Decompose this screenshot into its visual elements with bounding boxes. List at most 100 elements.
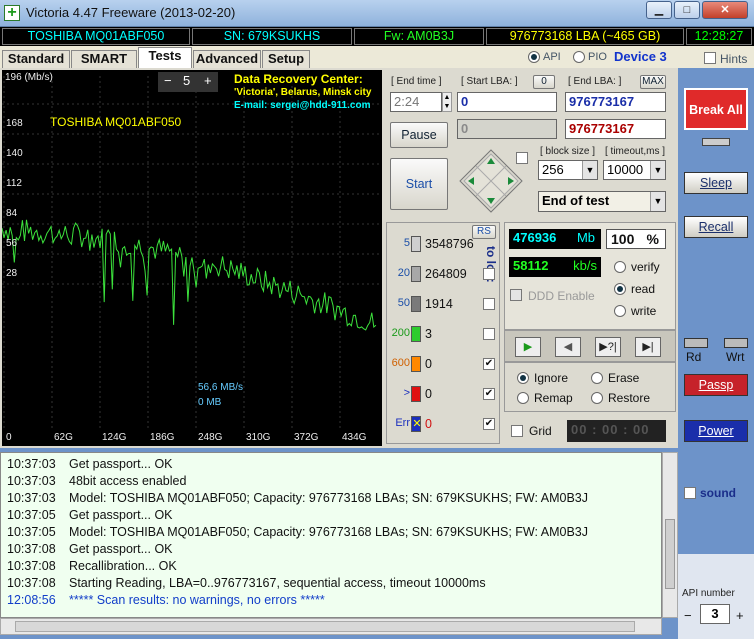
log-time: 10:37:03 xyxy=(7,457,56,471)
sleep-button[interactable]: Sleep xyxy=(684,172,748,194)
tab-setup[interactable]: Setup xyxy=(262,50,310,68)
start-button[interactable]: Start xyxy=(390,158,448,210)
tab-smart[interactable]: SMART xyxy=(71,50,137,68)
log-horizontal-scrollbar[interactable] xyxy=(0,618,662,635)
verify-radio[interactable] xyxy=(614,261,626,273)
block-count: 0 xyxy=(425,387,432,401)
sound-checkbox[interactable] xyxy=(684,487,696,499)
graph-model-label: TOSHIBA MQ01ABF050 xyxy=(50,115,182,129)
block-color-swatch xyxy=(411,236,421,252)
direction-pad[interactable] xyxy=(458,148,524,214)
minimize-button[interactable]: ▁ xyxy=(646,1,672,19)
x-tick-label: 248G xyxy=(198,432,223,443)
mb-value: 476936 xyxy=(513,230,557,245)
mb-counter: 476936 Mb xyxy=(509,229,601,249)
block-color-swatch: ✕ xyxy=(411,416,422,432)
window-title: Victoria 4.47 Freeware (2013-02-20) xyxy=(26,5,236,20)
tab-tests[interactable]: Tests xyxy=(138,47,192,69)
end-time-field[interactable]: 2:24 xyxy=(390,92,442,112)
log-time: 10:37:08 xyxy=(7,576,56,590)
api-number-field[interactable]: 3 xyxy=(700,604,730,624)
end-action-dropdown-icon[interactable]: ▼ xyxy=(650,192,665,211)
graph-position-readout: 0 MB xyxy=(198,397,222,408)
error-handling-panel xyxy=(504,362,676,412)
log-message: 48bit access enabled xyxy=(69,474,187,488)
api-number-label: API number xyxy=(682,588,735,599)
read-radio[interactable] xyxy=(614,283,626,295)
zoom-plus-button[interactable]: + xyxy=(204,72,212,90)
power-button[interactable]: Power xyxy=(684,420,748,442)
tab-advanced[interactable]: Advanced xyxy=(193,50,261,68)
pause-button[interactable]: Pause xyxy=(390,122,448,148)
maximize-button[interactable]: □ xyxy=(674,1,700,19)
write-led xyxy=(724,338,748,348)
end-lba-field[interactable]: 976773167 xyxy=(565,92,666,112)
random-seek-button[interactable]: ▶?| xyxy=(595,337,621,357)
log-scroll-thumb[interactable] xyxy=(665,519,675,589)
erase-label: Erase xyxy=(608,371,640,385)
restore-label: Restore xyxy=(608,391,651,405)
erase-radio[interactable] xyxy=(591,372,603,384)
log-entry: 10:37:03 Get passport... OK xyxy=(7,457,173,471)
recall-button[interactable]: Recall xyxy=(684,216,748,238)
log-entry: 12:08:56 ***** Scan results: no warnings,… xyxy=(7,593,325,607)
write-led-label: Wrt xyxy=(726,350,745,364)
block-count: 1914 xyxy=(425,297,453,311)
activity-indicator xyxy=(702,138,730,146)
log-block-checkbox[interactable] xyxy=(483,328,495,340)
pio-radio[interactable] xyxy=(573,51,585,63)
tab-standard[interactable]: Standard xyxy=(2,50,70,68)
block-color-swatch xyxy=(411,266,421,282)
api-radio[interactable] xyxy=(528,51,540,63)
restore-radio[interactable] xyxy=(591,392,603,404)
log-block-checkbox[interactable]: ✔ xyxy=(483,388,495,400)
x-tick-label: 0 xyxy=(6,432,12,443)
y-axis-unit: 196 (Mb/s) xyxy=(5,72,53,83)
passport-button[interactable]: Passp xyxy=(684,374,748,396)
api-plus-button[interactable]: + xyxy=(736,608,744,623)
log-message: ***** Scan results: no warnings, no erro… xyxy=(69,593,325,607)
end-lba-label: [ End LBA: ] xyxy=(568,76,622,87)
log-vertical-scrollbar[interactable] xyxy=(662,452,678,618)
close-button[interactable]: ✕ xyxy=(702,1,748,19)
grid-checkbox[interactable] xyxy=(511,425,523,437)
timeout-dropdown-icon[interactable]: ▼ xyxy=(650,161,665,179)
remap-radio[interactable] xyxy=(517,392,529,404)
y-tick-label: 112 xyxy=(6,178,22,189)
block-color-swatch xyxy=(411,326,421,342)
log-block-checkbox[interactable] xyxy=(483,298,495,310)
log-block-checkbox[interactable] xyxy=(483,268,495,280)
api-minus-button[interactable]: − xyxy=(684,608,692,623)
end-action-select[interactable]: End of test xyxy=(538,191,666,212)
pad-lock-checkbox[interactable] xyxy=(516,152,528,164)
start-lba-field[interactable]: 0 xyxy=(457,92,557,112)
block-count: 3548796 xyxy=(425,237,474,251)
block-label: 50 xyxy=(397,297,410,309)
reset-stats-button[interactable]: RS xyxy=(472,225,496,239)
block-label: > xyxy=(403,387,410,399)
timeout-label: [ timeout,ms ] xyxy=(605,146,666,157)
play-backward-button[interactable]: ◀ xyxy=(555,337,581,357)
log-message: Recallibration... OK xyxy=(69,559,177,573)
block-label: 5 xyxy=(403,237,410,249)
butterfly-button[interactable]: ▶| xyxy=(635,337,661,357)
end-time-label: [ End time ] xyxy=(391,76,442,87)
zoom-minus-button[interactable]: − xyxy=(164,72,172,90)
log-entry: 10:37:05 Model: TOSHIBA MQ01ABF050; Capac… xyxy=(7,525,588,539)
write-radio[interactable] xyxy=(614,305,626,317)
block-size-dropdown-icon[interactable]: ▼ xyxy=(582,161,597,179)
log-hscroll-thumb[interactable] xyxy=(15,621,635,632)
ignore-radio[interactable] xyxy=(517,372,529,384)
break-all-button[interactable]: Break All xyxy=(684,88,748,130)
side-panel: Break All Sleep Recall Rd Wrt Passp Powe… xyxy=(678,68,754,639)
log-block-checkbox[interactable]: ✔ xyxy=(483,358,495,370)
start-lba-reset-button[interactable]: 0 xyxy=(533,75,555,89)
hints-checkbox[interactable] xyxy=(704,52,716,64)
percent-counter: 100 % xyxy=(606,229,666,249)
play-forward-button[interactable]: ▶ xyxy=(515,337,541,357)
end-time-spinner[interactable]: ▲ ▼ xyxy=(442,92,452,112)
x-tick-label: 434G xyxy=(342,432,367,443)
log-block-checkbox[interactable]: ✔ xyxy=(483,418,495,430)
scan-direction-bar: ▶ ◀ ▶?| ▶| xyxy=(504,330,676,362)
end-lba-max-button[interactable]: MAX xyxy=(640,75,666,89)
